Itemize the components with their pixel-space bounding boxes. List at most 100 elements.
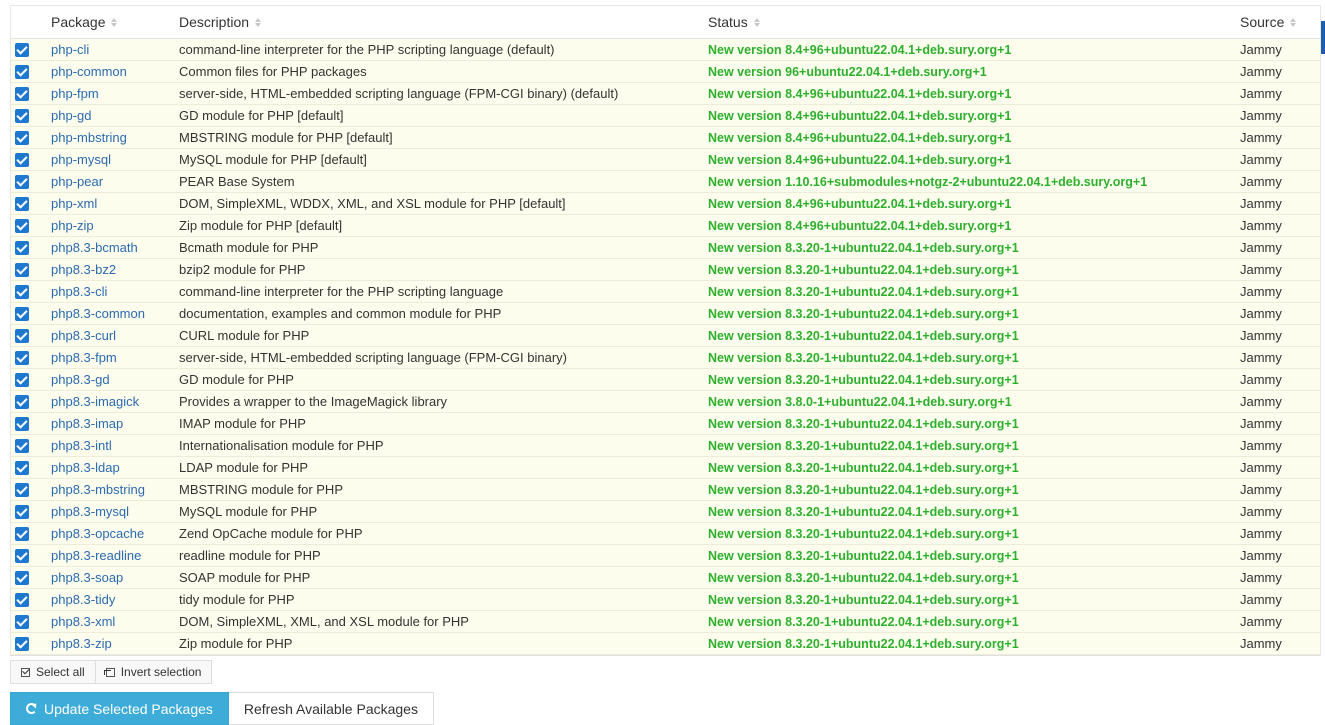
checkbox-checked-icon[interactable] bbox=[15, 285, 29, 300]
header-package[interactable]: Package bbox=[51, 6, 179, 39]
description-cell: GD module for PHP [default] bbox=[179, 104, 708, 127]
package-link[interactable]: php8.3-fpm bbox=[51, 350, 117, 365]
status-cell: New version 1.10.16+submodules+notgz-2+u… bbox=[708, 170, 1240, 193]
source-cell: Jammy bbox=[1240, 456, 1320, 479]
table-row: php-xml DOM, SimpleXML, WDDX, XML, and XS… bbox=[11, 192, 1320, 215]
checkbox-checked-icon[interactable] bbox=[15, 65, 29, 80]
checkbox-checked-icon[interactable] bbox=[15, 131, 29, 146]
source-cell: Jammy bbox=[1240, 544, 1320, 567]
checkbox-checked-icon[interactable] bbox=[15, 505, 29, 520]
checkbox-checked-icon[interactable] bbox=[15, 175, 29, 190]
package-link[interactable]: php-cli bbox=[51, 42, 89, 57]
checkbox-checked-icon[interactable] bbox=[15, 417, 29, 432]
checkbox-checked-icon[interactable] bbox=[15, 637, 29, 652]
package-table: Package Description Status Source php-cl… bbox=[11, 6, 1320, 655]
package-cell: php8.3-fpm bbox=[51, 346, 179, 369]
select-all-button[interactable]: Select all bbox=[10, 660, 96, 684]
package-link[interactable]: php8.3-imagick bbox=[51, 394, 139, 409]
sort-icon[interactable] bbox=[1290, 17, 1297, 27]
status-cell: New version 8.3.20-1+ubuntu22.04.1+deb.s… bbox=[708, 478, 1240, 501]
row-checkbox-cell bbox=[11, 346, 51, 369]
update-selected-packages-button[interactable]: Update Selected Packages bbox=[10, 692, 229, 725]
package-cell: php8.3-soap bbox=[51, 566, 179, 589]
checkbox-checked-icon[interactable] bbox=[15, 87, 29, 102]
header-source[interactable]: Source bbox=[1240, 6, 1320, 39]
package-link[interactable]: php-fpm bbox=[51, 86, 99, 101]
scrollbar-thumb[interactable] bbox=[1321, 21, 1325, 54]
package-cell: php-mbstring bbox=[51, 126, 179, 149]
source-cell: Jammy bbox=[1240, 632, 1320, 655]
checkbox-checked-icon[interactable] bbox=[15, 329, 29, 344]
package-link[interactable]: php8.3-readline bbox=[51, 548, 141, 563]
checkbox-checked-icon[interactable] bbox=[15, 109, 29, 124]
checkbox-checked-icon[interactable] bbox=[15, 483, 29, 498]
header-checkbox-column bbox=[11, 6, 51, 39]
status-cell: New version 8.3.20-1+ubuntu22.04.1+deb.s… bbox=[708, 434, 1240, 457]
checkbox-checked-icon[interactable] bbox=[15, 549, 29, 564]
description-cell: DOM, SimpleXML, WDDX, XML, and XSL modul… bbox=[179, 192, 708, 215]
row-checkbox-cell bbox=[11, 610, 51, 633]
row-checkbox-cell bbox=[11, 126, 51, 149]
sort-icon[interactable] bbox=[111, 17, 118, 27]
checkbox-checked-icon[interactable] bbox=[15, 571, 29, 586]
checkbox-checked-icon[interactable] bbox=[15, 461, 29, 476]
package-link[interactable]: php8.3-intl bbox=[51, 438, 112, 453]
row-checkbox-cell bbox=[11, 632, 51, 655]
package-link[interactable]: php-pear bbox=[51, 174, 103, 189]
package-link[interactable]: php8.3-bcmath bbox=[51, 240, 138, 255]
refresh-available-packages-button[interactable]: Refresh Available Packages bbox=[228, 692, 434, 725]
package-cell: php-xml bbox=[51, 192, 179, 215]
source-cell: Jammy bbox=[1240, 368, 1320, 391]
checkbox-checked-icon[interactable] bbox=[15, 263, 29, 278]
package-link[interactable]: php8.3-opcache bbox=[51, 526, 144, 541]
package-link[interactable]: php8.3-soap bbox=[51, 570, 123, 585]
checkbox-checked-icon[interactable] bbox=[15, 351, 29, 366]
header-description[interactable]: Description bbox=[179, 6, 708, 39]
package-link[interactable]: php8.3-common bbox=[51, 306, 145, 321]
sort-icon[interactable] bbox=[255, 17, 262, 27]
checkbox-checked-icon[interactable] bbox=[15, 219, 29, 234]
sort-icon[interactable] bbox=[753, 17, 760, 27]
status-cell: New version 8.4+96+ubuntu22.04.1+deb.sur… bbox=[708, 38, 1240, 61]
checkbox-checked-icon[interactable] bbox=[15, 373, 29, 388]
description-cell: MySQL module for PHP [default] bbox=[179, 148, 708, 171]
status-cell: New version 8.3.20-1+ubuntu22.04.1+deb.s… bbox=[708, 236, 1240, 259]
checkbox-checked-icon[interactable] bbox=[15, 395, 29, 410]
package-link[interactable]: php8.3-mbstring bbox=[51, 482, 145, 497]
package-link[interactable]: php8.3-gd bbox=[51, 372, 110, 387]
package-link[interactable]: php8.3-bz2 bbox=[51, 262, 116, 277]
package-link[interactable]: php8.3-curl bbox=[51, 328, 116, 343]
package-link[interactable]: php-mysql bbox=[51, 152, 111, 167]
description-cell: CURL module for PHP bbox=[179, 324, 708, 347]
table-row: php-cli command-line interpreter for the … bbox=[11, 38, 1320, 61]
checkbox-checked-icon[interactable] bbox=[15, 241, 29, 256]
checkbox-checked-icon[interactable] bbox=[15, 43, 29, 58]
checkbox-checked-icon[interactable] bbox=[15, 527, 29, 542]
selection-buttons: Select all Invert selection bbox=[10, 660, 213, 684]
package-link[interactable]: php8.3-ldap bbox=[51, 460, 120, 475]
checkbox-checked-icon[interactable] bbox=[15, 439, 29, 454]
checkbox-checked-icon[interactable] bbox=[15, 153, 29, 168]
package-link[interactable]: php8.3-imap bbox=[51, 416, 123, 431]
header-status[interactable]: Status bbox=[708, 6, 1240, 39]
description-cell: command-line interpreter for the PHP scr… bbox=[179, 280, 708, 303]
package-link[interactable]: php8.3-mysql bbox=[51, 504, 129, 519]
package-link[interactable]: php-zip bbox=[51, 218, 94, 233]
package-link[interactable]: php-common bbox=[51, 64, 127, 79]
package-link[interactable]: php8.3-xml bbox=[51, 614, 115, 629]
source-cell: Jammy bbox=[1240, 236, 1320, 259]
package-link[interactable]: php8.3-tidy bbox=[51, 592, 115, 607]
package-link[interactable]: php-mbstring bbox=[51, 130, 127, 145]
checkbox-checked-icon[interactable] bbox=[15, 307, 29, 322]
package-link[interactable]: php-xml bbox=[51, 196, 97, 211]
invert-selection-button[interactable]: Invert selection bbox=[95, 660, 213, 684]
package-link[interactable]: php-gd bbox=[51, 108, 91, 123]
checkbox-checked-icon[interactable] bbox=[15, 197, 29, 212]
package-cell: php8.3-gd bbox=[51, 368, 179, 391]
row-checkbox-cell bbox=[11, 38, 51, 61]
checkbox-checked-icon[interactable] bbox=[15, 615, 29, 630]
package-link[interactable]: php8.3-cli bbox=[51, 284, 107, 299]
description-cell: server-side, HTML-embedded scripting lan… bbox=[179, 82, 708, 105]
package-link[interactable]: php8.3-zip bbox=[51, 636, 112, 651]
checkbox-checked-icon[interactable] bbox=[15, 593, 29, 608]
